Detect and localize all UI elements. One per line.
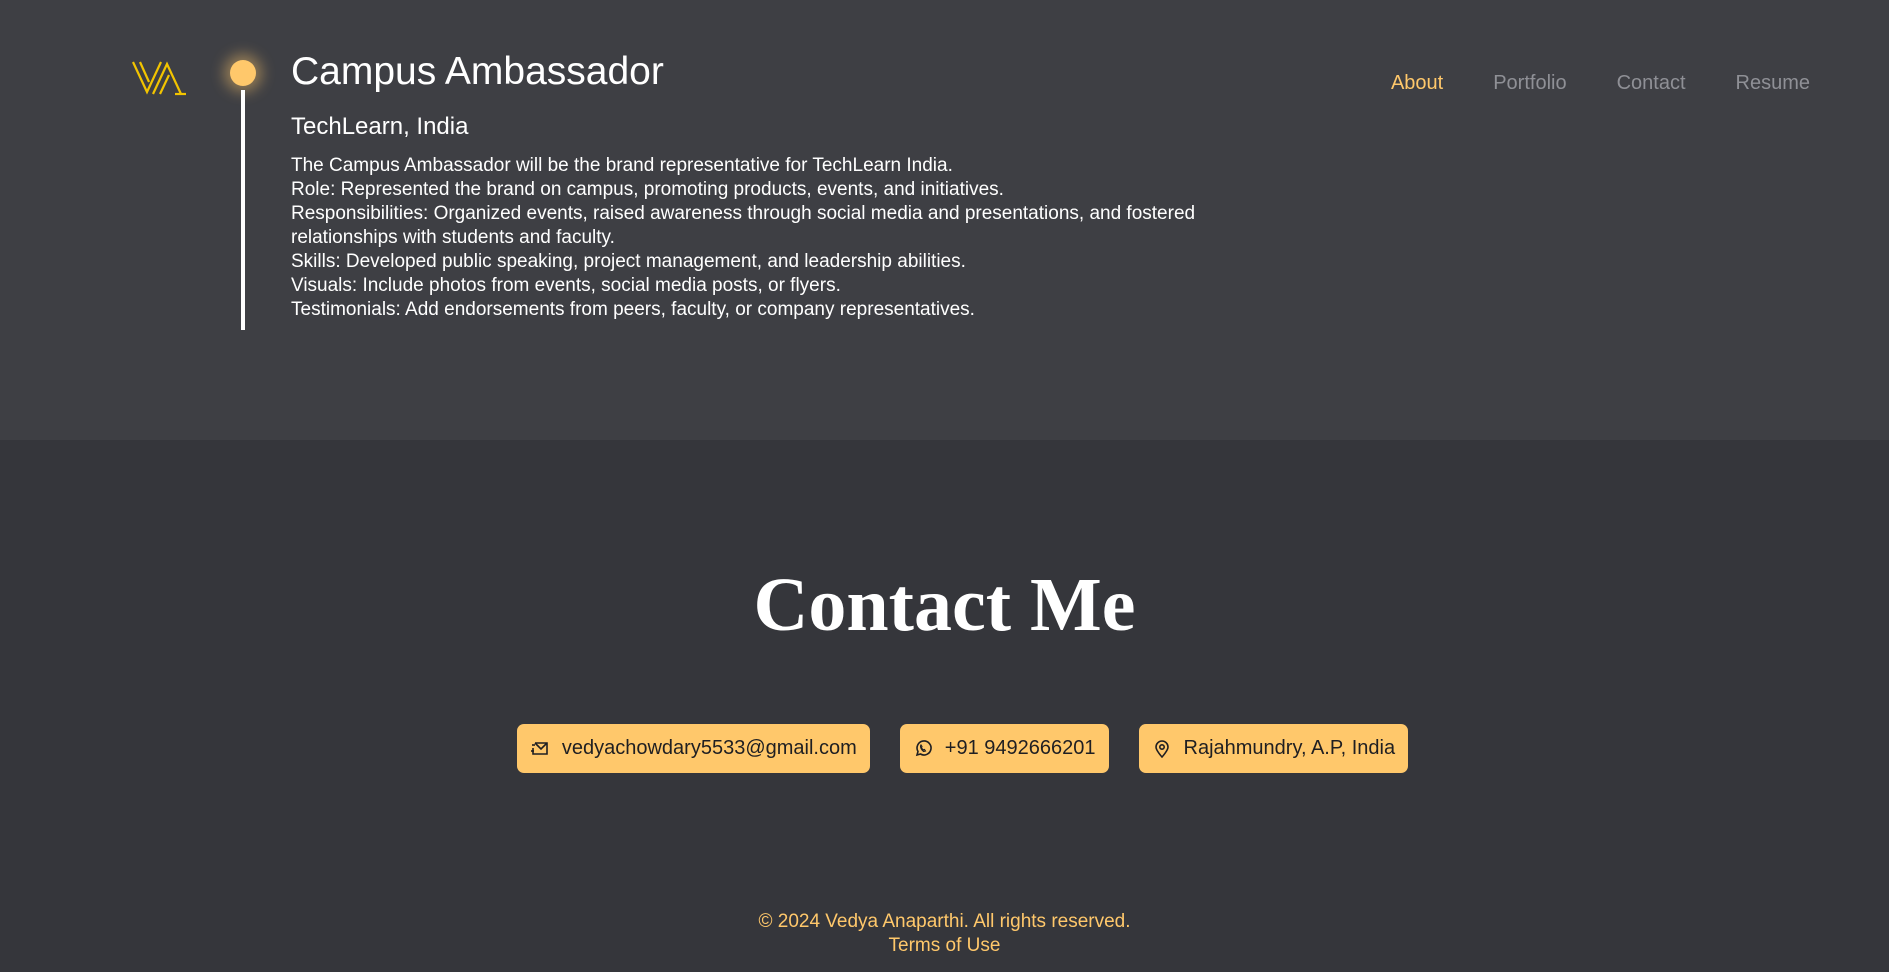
nav-contact[interactable]: Contact [1617, 72, 1686, 95]
experience-section: Campus Ambassador TechLearn, India The C… [0, 0, 1889, 440]
location-pin-icon [1152, 739, 1172, 759]
experience-company: TechLearn, India [291, 113, 469, 140]
experience-description: The Campus Ambassador will be the brand … [291, 154, 1261, 322]
page: Campus Ambassador TechLearn, India The C… [0, 0, 1889, 972]
contact-list: vedyachowdary5533@gmail.com +91 94926662… [18, 724, 1889, 773]
phone-label: +91 9492666201 [944, 737, 1096, 759]
description-line: Responsibilities: Organized events, rais… [291, 203, 1196, 248]
email-label: vedyachowdary5533@gmail.com [561, 737, 857, 759]
description-line: Visuals: Include photos from events, soc… [291, 275, 841, 296]
mail-icon [530, 739, 550, 759]
nav-about[interactable]: About [1391, 72, 1443, 95]
footer-copyright: © 2024 Vedya Anaparthi. All rights reser… [758, 911, 1131, 932]
whatsapp-icon [913, 739, 933, 759]
description-line: The Campus Ambassador will be the brand … [291, 155, 953, 176]
terms-link[interactable]: Terms of Use [889, 934, 1001, 958]
timeline-line [241, 90, 245, 330]
location-label: Rajahmundry, A.P, India [1183, 737, 1396, 759]
phone-button[interactable]: +91 9492666201 [899, 724, 1109, 773]
email-button[interactable]: vedyachowdary5533@gmail.com [516, 724, 870, 773]
timeline-dot [230, 60, 256, 86]
description-line: Testimonials: Add endorsements from peer… [291, 299, 975, 320]
nav-resume[interactable]: Resume [1736, 72, 1810, 95]
location-button[interactable]: Rajahmundry, A.P, India [1138, 724, 1409, 773]
va-logo-icon[interactable] [131, 58, 187, 98]
main-nav: About Portfolio Contact Resume [1341, 72, 1810, 95]
description-line: Role: Represented the brand on campus, p… [291, 179, 1004, 200]
description-line: Skills: Developed public speaking, proje… [291, 251, 966, 272]
nav-portfolio[interactable]: Portfolio [1493, 72, 1566, 95]
footer: © 2024 Vedya Anaparthi. All rights reser… [0, 910, 1889, 958]
experience-title: Campus Ambassador [291, 50, 664, 93]
contact-heading: Contact Me [753, 563, 1136, 647]
